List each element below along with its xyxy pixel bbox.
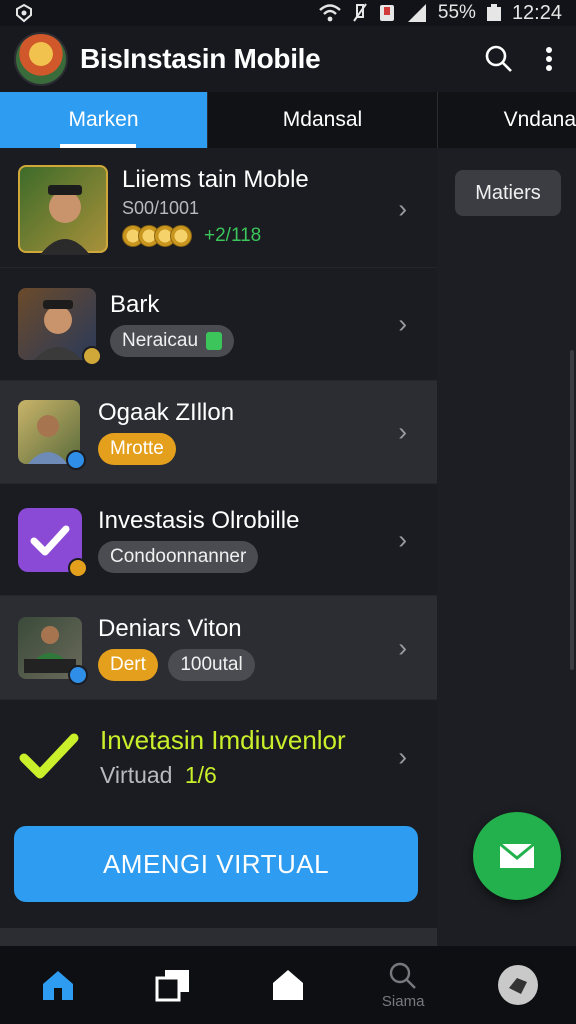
clock: 12:24 (511, 1, 562, 24)
tag-chip: Dert (98, 648, 158, 681)
search-icon (389, 962, 417, 989)
row-title: Investasis Olrobille (98, 506, 300, 534)
message-fab[interactable] (473, 812, 561, 900)
status-badge (68, 664, 88, 685)
chevron-right-icon: › (398, 632, 407, 662)
bottom-nav: Siama (0, 946, 576, 1024)
mail-icon (499, 842, 535, 868)
list-item[interactable]: Ogaak ZIllon Mrotte › (0, 381, 437, 484)
status-badge (66, 450, 86, 470)
item-list: Liiems tain Moble S00/1001 +2/118 › Bark… (0, 150, 437, 814)
mute-icon (353, 3, 367, 22)
matiers-button[interactable]: Matiers (455, 170, 561, 216)
row-text: Invetasin Imdiuvenlor Virtuad 1/6 (100, 725, 346, 789)
nav-search[interactable]: Siama (363, 946, 443, 1024)
chevron-right-icon: › (398, 416, 407, 447)
nav-home[interactable] (18, 946, 98, 1024)
windows-icon (155, 970, 189, 1002)
avatar (18, 164, 108, 255)
wifi-icon (319, 4, 341, 22)
tag-chip: 100utal (168, 648, 255, 681)
row-title: Ogaak ZIllon (98, 399, 235, 426)
check-icon (206, 332, 223, 350)
status-badge (82, 346, 102, 366)
tab-marken[interactable]: Marken (0, 92, 208, 148)
list-item[interactable]: Deniars Viton Dert 100utal › (0, 596, 437, 700)
row-text: Ogaak ZIllon Mrotte (98, 399, 234, 465)
chip-group: Dert 100utal (98, 643, 255, 681)
nav-house[interactable] (248, 946, 328, 1024)
chevron-right-icon: › (398, 308, 407, 339)
status-badge (68, 557, 88, 578)
virtual-cta-button[interactable]: AMENGI VIRTUAL (14, 826, 418, 902)
coin-icon (170, 224, 192, 247)
row-text: Deniars Viton Dert 100utal (98, 615, 255, 681)
house-icon (272, 970, 303, 1000)
list-item[interactable]: Invetasin Imdiuvenlor Virtuad 1/6 › (0, 700, 437, 814)
tag-chip: Mrotte (98, 433, 176, 465)
list-item[interactable]: Bark Neraicau › (0, 268, 437, 381)
signal-icon (407, 4, 426, 22)
chevron-right-icon: › (398, 193, 407, 223)
row-title: Deniars Viton (98, 614, 242, 642)
avatar (18, 616, 88, 685)
tab-bar: Marken Mdansal Vndana (0, 92, 576, 148)
nav-search-label: Siama (381, 992, 425, 1010)
person-icon (40, 184, 90, 255)
app-bar-actions (484, 44, 562, 74)
notification-icon (379, 5, 394, 21)
list-footer (0, 928, 437, 946)
row-subtitle: Virtuad 1/6 (100, 762, 346, 789)
avatar (18, 507, 88, 578)
row-title: Bark (110, 291, 160, 318)
row-text: Bark Neraicau (110, 291, 235, 357)
tab-mdansal[interactable]: Mdansal (208, 92, 438, 148)
status-bar: 55% 12:24 (0, 0, 576, 26)
row-title: Invetasin Imdiuvenlor (100, 725, 346, 755)
row-subtitle: S00/1001 (122, 197, 200, 218)
tag-chip: Condoonnanner (98, 540, 259, 573)
shield-icon (16, 3, 32, 23)
app-logo (14, 32, 68, 86)
avatar (18, 288, 102, 366)
home-icon (42, 971, 73, 1000)
battery-percent: 55% (437, 2, 476, 23)
row-text: Liiems tain Moble S00/1001 +2/118 (122, 166, 309, 252)
chevron-right-icon: › (398, 524, 407, 554)
row-text: Investasis Olrobille Condoonnanner (98, 507, 299, 573)
app-bar: BisInstasin Mobile (0, 26, 576, 92)
profile-icon (498, 965, 539, 1005)
scrollbar[interactable] (570, 350, 574, 670)
subtitle-label: Virtuad (100, 762, 173, 788)
tab-vndana[interactable]: Vndana (438, 92, 576, 148)
status-right: 55% 12:24 (318, 2, 562, 25)
avatar (18, 400, 86, 470)
subtitle-value: 1/6 (184, 762, 217, 788)
check-icon (19, 733, 79, 779)
app-title: BisInstasin Mobile (80, 43, 321, 74)
nav-profile[interactable] (478, 946, 558, 1024)
list-item[interactable]: Investasis Olrobille Condoonnanner › (0, 484, 437, 596)
coins: +2/118 (122, 224, 262, 247)
nav-windows[interactable] (133, 946, 213, 1024)
list-item[interactable]: Liiems tain Moble S00/1001 +2/118 › (0, 150, 437, 268)
tag-label: Neraicau (122, 330, 199, 351)
app-screen: 55% 12:24 BisInstasin Mobile Marken Mdan… (0, 0, 576, 1024)
tag-chip: Neraicau (110, 325, 235, 357)
chevron-right-icon: › (398, 741, 407, 772)
battery-icon (486, 4, 501, 21)
search-icon[interactable] (484, 44, 514, 74)
more-vert-icon[interactable] (544, 44, 554, 74)
row-title: Liiems tain Moble (122, 165, 309, 193)
value-change: +2/118 (204, 224, 262, 246)
